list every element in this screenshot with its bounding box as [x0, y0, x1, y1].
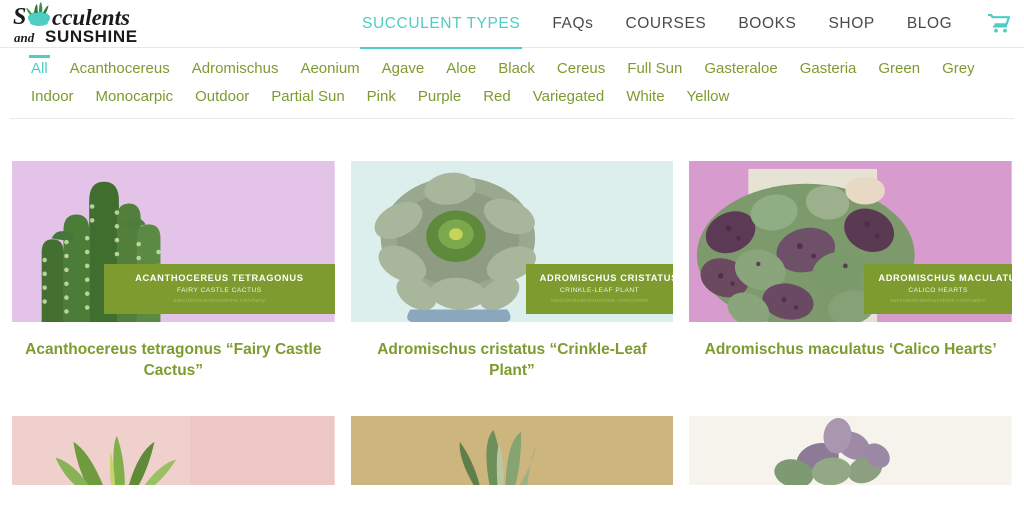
caption-species: ADROMISCHUS MACULATUS — [878, 272, 1012, 283]
filter-tag-variegated[interactable]: Variegated — [522, 84, 615, 112]
svg-text:and: and — [14, 30, 35, 45]
caption-url: succulentsandsunshine.com/calico — [890, 298, 987, 304]
filter-tag-outdoor[interactable]: Outdoor — [184, 84, 260, 112]
plant-photo-row2-1 — [12, 415, 335, 486]
filter-tag-list: All Acanthocereus Adromischus Aeonium Ag… — [10, 48, 1014, 119]
filter-tag-black[interactable]: Black — [487, 56, 546, 84]
filter-tag-all[interactable]: All — [20, 55, 59, 84]
plant-card-title[interactable]: Acanthocereus tetragonus “Fairy Castle C… — [12, 340, 335, 382]
filter-tag-adromischus[interactable]: Adromischus — [181, 56, 290, 84]
shopping-cart-icon[interactable] — [988, 13, 1011, 33]
plant-card[interactable] — [689, 415, 1012, 486]
filter-tag-green[interactable]: Green — [867, 56, 931, 84]
main-navigation: SUCCULENT TYPES FAQs COURSES BOOKS SHOP … — [346, 11, 968, 49]
filter-tag-pink[interactable]: Pink — [356, 84, 407, 112]
filter-tag-indoor[interactable]: Indoor — [20, 84, 85, 112]
filter-tag-rows: All Acanthocereus Adromischus Aeonium Ag… — [20, 55, 1004, 112]
filter-tag-white[interactable]: White — [615, 84, 675, 112]
filter-tag-full-sun[interactable]: Full Sun — [616, 56, 693, 84]
svg-text:S: S — [13, 4, 26, 30]
filter-tag-acanthocereus[interactable]: Acanthocereus — [59, 56, 181, 84]
nav-item-courses[interactable]: COURSES — [609, 11, 722, 37]
nav-item-faqs[interactable]: FAQs — [536, 11, 609, 37]
filter-tag-monocarpic[interactable]: Monocarpic — [85, 84, 185, 112]
plant-thumbnail[interactable] — [12, 415, 335, 486]
plant-card-grid: ACANTHOCEREUS TETRAGONUS FAIRY CASTLE CA… — [0, 119, 1024, 382]
filter-tag-cereus[interactable]: Cereus — [546, 56, 616, 84]
filter-tag-aloe[interactable]: Aloe — [435, 56, 487, 84]
plant-image-caption: ACANTHOCEREUS TETRAGONUS FAIRY CASTLE CA… — [104, 263, 335, 314]
plant-card[interactable] — [350, 415, 674, 486]
plant-card[interactable]: ADROMISCHUS CRISTATUS CRINKLE-LEAF PLANT… — [350, 161, 674, 382]
plant-card-title[interactable]: Adromischus cristatus “Crinkle-Leaf Plan… — [351, 340, 674, 382]
plant-photo-row2-3 — [689, 415, 1012, 486]
header-icons — [988, 13, 1024, 34]
caption-url: succulentsandsunshine.com/crinkle — [550, 298, 649, 304]
svg-text:SUNSHINE: SUNSHINE — [45, 27, 138, 46]
filter-tag-yellow[interactable]: Yellow — [676, 84, 741, 112]
filter-tag-grey[interactable]: Grey — [931, 56, 986, 84]
caption-common-name: CALICO HEARTS — [908, 287, 968, 294]
plant-card[interactable]: ADROMISCHUS MACULATUS CALICO HEARTS succ… — [689, 161, 1012, 382]
plant-card[interactable] — [12, 415, 335, 486]
caption-species: ACANTHOCEREUS TETRAGONUS — [135, 272, 304, 283]
nav-item-succulent-types[interactable]: SUCCULENT TYPES — [346, 11, 536, 49]
caption-common-name: FAIRY CASTLE CACTUS — [176, 287, 262, 294]
plant-thumbnail[interactable]: ACANTHOCEREUS TETRAGONUS FAIRY CASTLE CA… — [12, 161, 335, 324]
plant-card[interactable]: ACANTHOCEREUS TETRAGONUS FAIRY CASTLE CA… — [12, 161, 335, 382]
site-logo[interactable]: S cculents and SUNSHINE — [12, 1, 147, 46]
filter-tag-red[interactable]: Red — [472, 84, 522, 112]
nav-item-blog[interactable]: BLOG — [891, 11, 968, 37]
nav-item-shop[interactable]: SHOP — [812, 11, 890, 37]
caption-species: ADROMISCHUS CRISTATUS — [539, 272, 674, 283]
plant-thumbnail[interactable] — [689, 415, 1012, 486]
caption-url: succulentsandsunshine.com/fairy — [173, 298, 266, 304]
filter-tag-partial-sun[interactable]: Partial Sun — [260, 84, 355, 112]
plant-image-caption: ADROMISCHUS CRISTATUS CRINKLE-LEAF PLANT… — [525, 263, 674, 314]
plant-photo-row2-2 — [350, 415, 674, 486]
plant-thumbnail[interactable]: ADROMISCHUS MACULATUS CALICO HEARTS succ… — [689, 161, 1012, 324]
nav-item-books[interactable]: BOOKS — [722, 11, 812, 37]
filter-tag-agave[interactable]: Agave — [371, 56, 436, 84]
plant-image-caption: ADROMISCHUS MACULATUS CALICO HEARTS succ… — [864, 263, 1012, 314]
filter-tag-gasteraloe[interactable]: Gasteraloe — [693, 56, 788, 84]
plant-thumbnail[interactable] — [350, 415, 674, 486]
filter-tag-aeonium[interactable]: Aeonium — [289, 56, 370, 84]
filter-tag-purple[interactable]: Purple — [407, 84, 472, 112]
plant-thumbnail[interactable]: ADROMISCHUS CRISTATUS CRINKLE-LEAF PLANT… — [350, 161, 674, 324]
site-header: S cculents and SUNSHINE SUCCULENT TYPES … — [0, 0, 1024, 49]
plant-card-grid-row2 — [0, 382, 1024, 486]
plant-card-title[interactable]: Adromischus maculatus ‘Calico Hearts’ — [689, 340, 1012, 361]
caption-common-name: CRINKLE-LEAF PLANT — [559, 287, 640, 294]
filter-tag-gasteria[interactable]: Gasteria — [789, 56, 868, 84]
logo-graphic: S cculents and SUNSHINE — [13, 1, 138, 46]
